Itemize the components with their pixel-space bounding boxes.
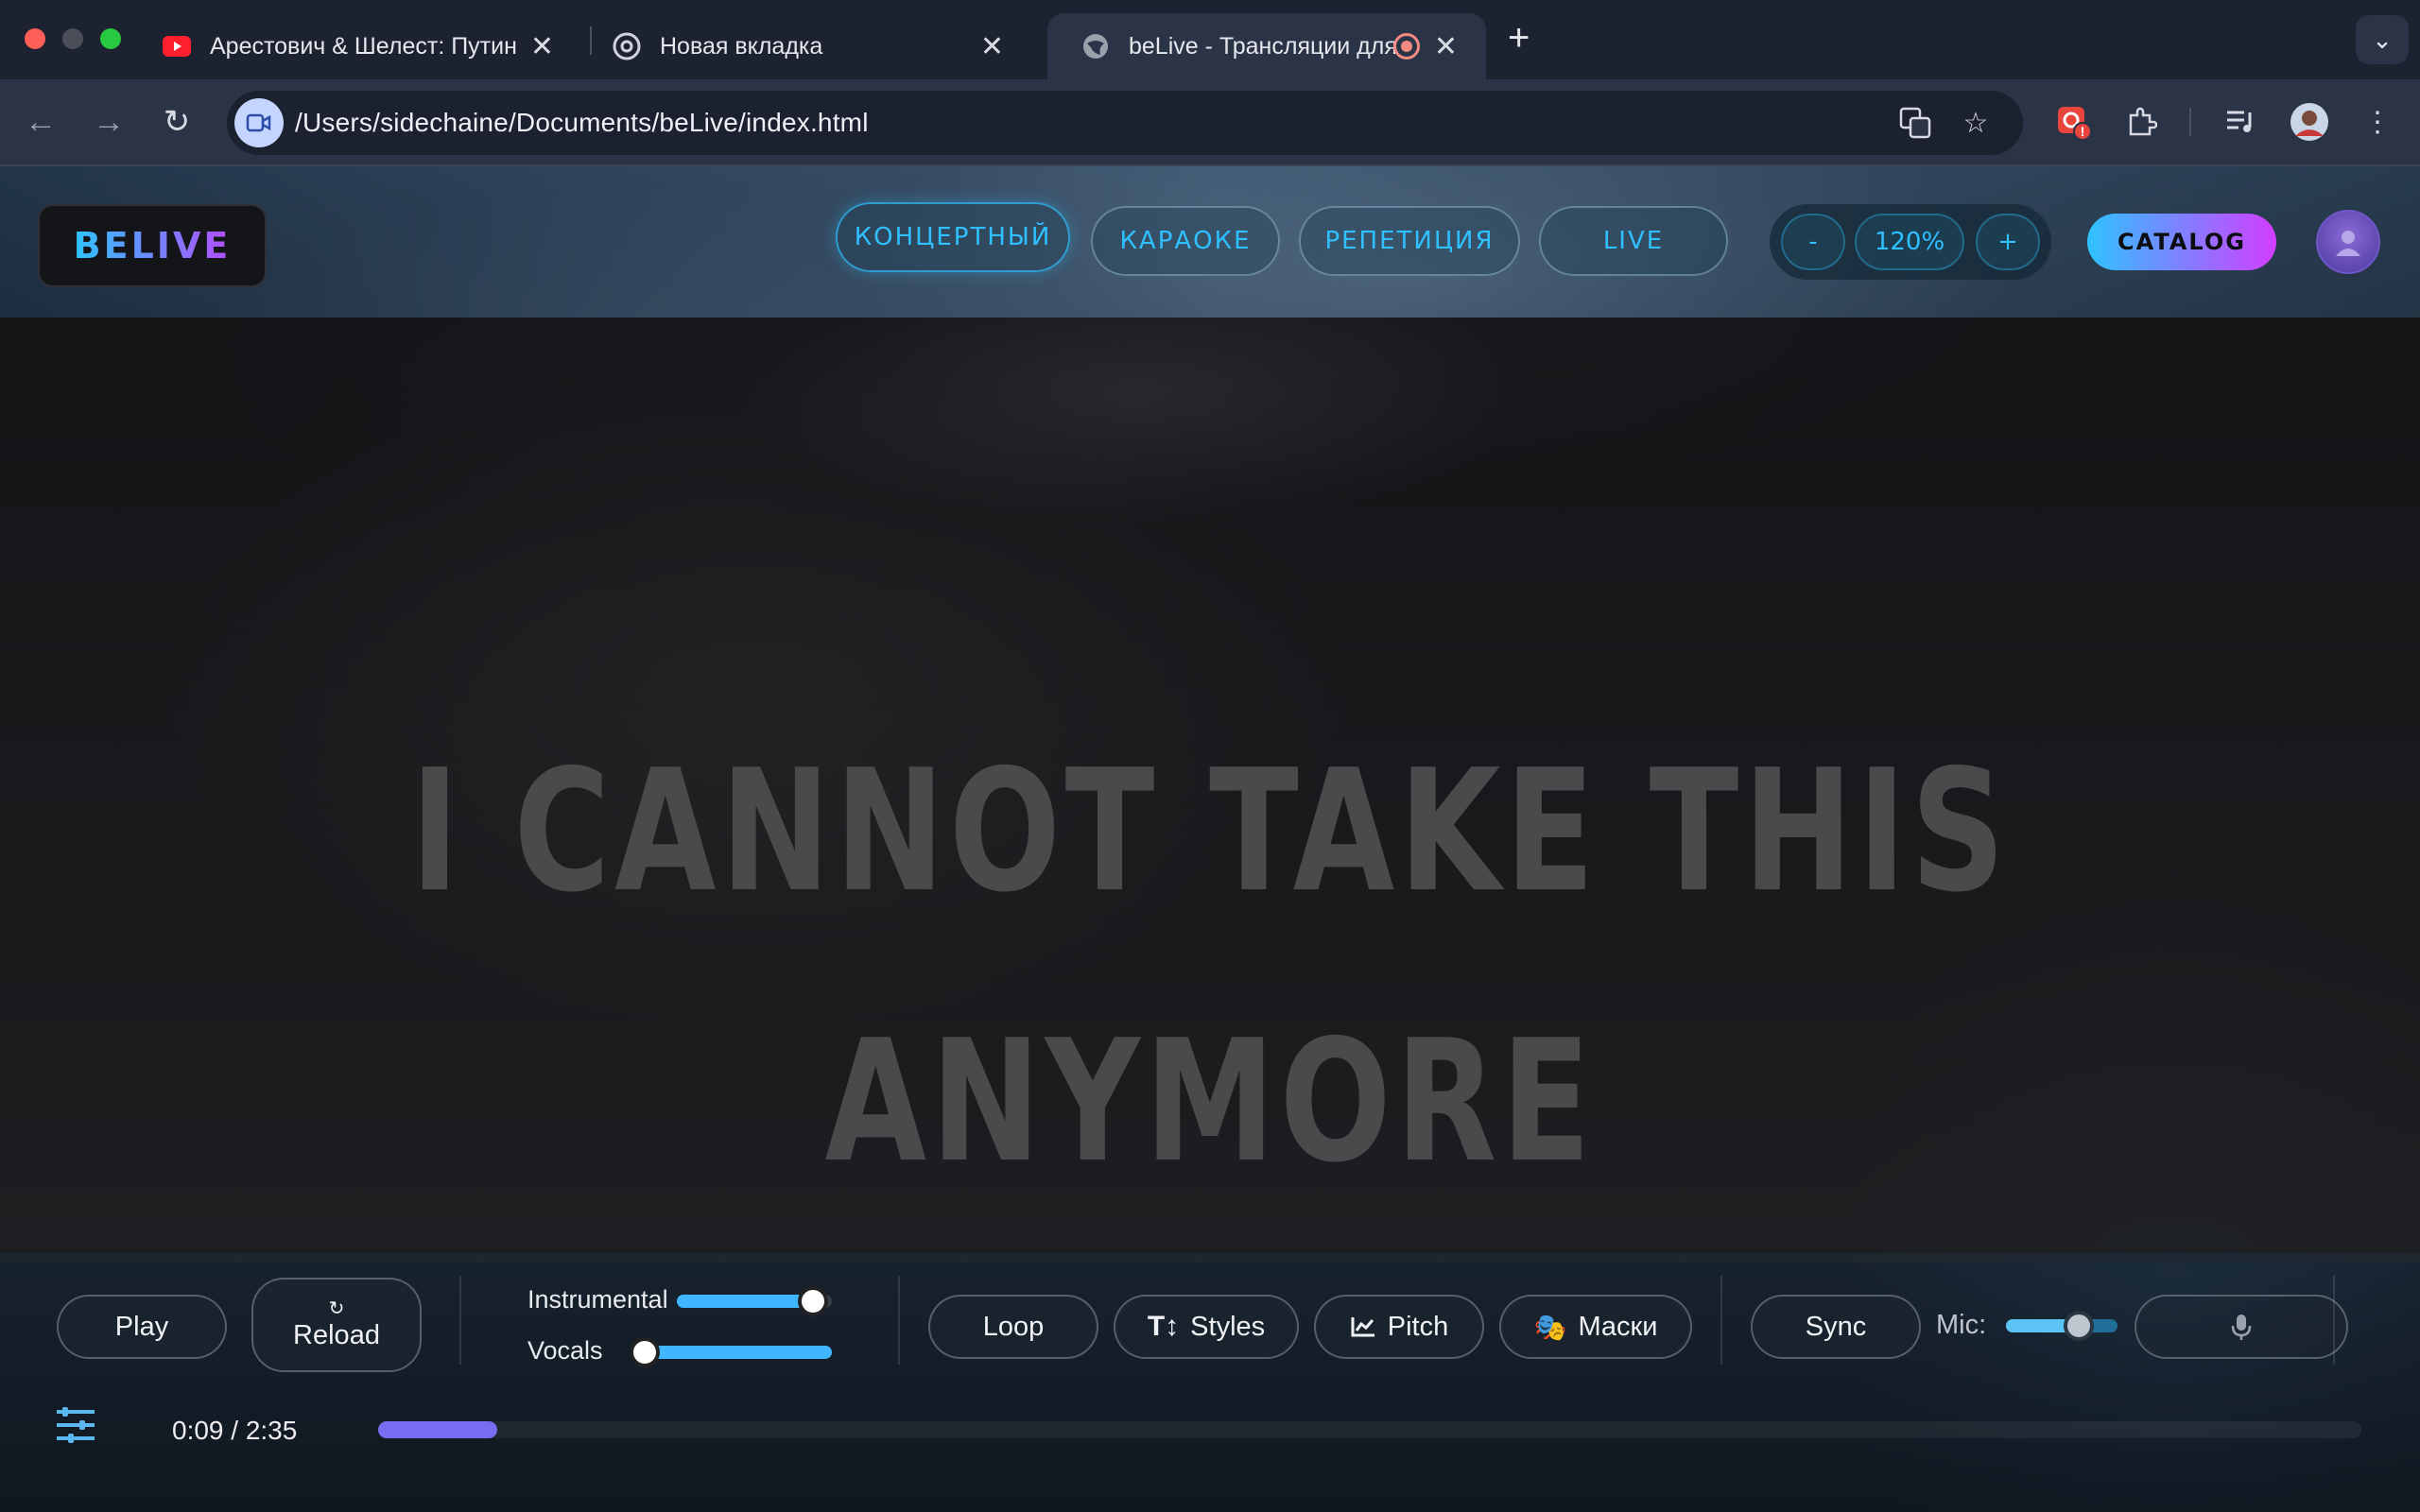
mic-slider[interactable] <box>2006 1319 2118 1332</box>
styles-button[interactable]: T↕ Styles <box>1114 1295 1299 1359</box>
back-icon[interactable]: ← <box>19 100 62 144</box>
minimize-window-button[interactable] <box>62 28 83 49</box>
play-button[interactable]: Play <box>57 1295 227 1359</box>
instrumental-slider-thumb[interactable] <box>798 1286 829 1316</box>
masks-button[interactable]: 🎭 Маски <box>1499 1295 1692 1359</box>
new-tab-button[interactable]: + <box>1508 17 1530 60</box>
address-bar[interactable]: /Users/sidechaine/Documents/beLive/index… <box>227 91 2023 155</box>
reload-button[interactable]: ↻ Reload <box>251 1278 422 1372</box>
zoom-out-button[interactable]: - <box>1781 214 1845 270</box>
translate-icon[interactable] <box>1898 106 1932 140</box>
mic-slider-thumb[interactable] <box>2063 1311 2094 1341</box>
tab-search-button[interactable]: ⌄ <box>2356 15 2409 64</box>
forward-icon[interactable]: → <box>87 100 130 144</box>
url-text[interactable]: /Users/sidechaine/Documents/beLive/index… <box>295 108 869 138</box>
mode-concert-button[interactable]: КОНЦЕРТНЫЙ <box>836 202 1070 272</box>
maximize-window-button[interactable] <box>100 28 121 49</box>
site-header: BELIVE КОНЦЕРТНЫЙ КАРАОКЕ РЕПЕТИЦИЯ LIVE… <box>0 166 2420 318</box>
browser-tab-youtube[interactable]: Арестович & Шелест: Путин ✕ <box>129 13 582 79</box>
mode-karaoke-button[interactable]: КАРАОКЕ <box>1091 206 1280 276</box>
instrumental-fill <box>677 1295 814 1308</box>
zoom-in-button[interactable]: + <box>1976 214 2040 270</box>
lyric-line-1: I CANNOT TAKE THIS <box>410 733 2010 929</box>
mic-label: Mic: <box>1936 1310 1987 1340</box>
user-icon <box>2336 231 2360 256</box>
tab-title: beLive - Трансляции для <box>1129 32 1397 60</box>
controls-divider <box>459 1276 461 1365</box>
logo-text: BELIVE <box>73 225 232 266</box>
tab-title: Арестович & Шелест: Путин <box>210 32 517 60</box>
vocals-label: Vocals <box>527 1336 603 1365</box>
lyric-line-2: ANYMORE <box>824 1004 1596 1199</box>
user-avatar[interactable] <box>2316 210 2380 274</box>
chart-line-icon <box>1351 1317 1374 1337</box>
controls-divider <box>898 1276 900 1365</box>
pitch-label: Pitch <box>1387 1311 1449 1342</box>
controls-divider <box>1720 1276 1722 1365</box>
reload-icon[interactable]: ↻ <box>155 100 199 144</box>
loop-button[interactable]: Loop <box>928 1295 1098 1359</box>
globe-icon <box>1081 32 1110 60</box>
masks-label: Маски <box>1578 1311 1658 1342</box>
mode-live-button[interactable]: LIVE <box>1539 206 1728 276</box>
browser-tab-belive[interactable]: beLive - Трансляции для ✕ <box>1047 13 1486 79</box>
media-queue-icon[interactable] <box>2220 100 2263 144</box>
page-content: BELIVE КОНЦЕРТНЫЙ КАРАОКЕ РЕПЕТИЦИЯ LIVE… <box>0 166 2420 1512</box>
close-window-button[interactable] <box>25 28 45 49</box>
chrome-icon <box>613 32 641 60</box>
mode-rehearsal-button[interactable]: РЕПЕТИЦИЯ <box>1299 206 1520 276</box>
bookmark-star-icon[interactable]: ☆ <box>1959 106 1993 140</box>
player-controls: Play ↻ Reload Instrumental Vocals Loop T… <box>0 1253 2420 1512</box>
close-tab-icon[interactable]: ✕ <box>980 30 1004 63</box>
theater-masks-icon: 🎭 <box>1533 1312 1567 1342</box>
toolbar-divider <box>2189 108 2191 136</box>
belive-logo[interactable]: BELIVE <box>38 204 267 287</box>
text-size-icon: T↕ <box>1147 1311 1180 1342</box>
close-tab-icon[interactable]: ✕ <box>530 30 554 63</box>
profile-avatar[interactable] <box>2288 100 2331 144</box>
zoom-control: - 120% + <box>1770 204 2051 280</box>
browser-tab-bar: Арестович & Шелест: Путин ✕ Новая вкладк… <box>0 0 2420 79</box>
controls-divider <box>2333 1276 2335 1365</box>
extensions-puzzle-icon[interactable] <box>2119 100 2163 144</box>
browser-tab-new[interactable]: Новая вкладка ✕ <box>579 13 1032 79</box>
vocals-slider[interactable] <box>641 1346 832 1359</box>
more-menu-icon[interactable]: ⋮ <box>2356 100 2399 144</box>
styles-label: Styles <box>1190 1311 1266 1342</box>
close-tab-icon[interactable]: ✕ <box>1434 30 1458 63</box>
pitch-button[interactable]: Pitch <box>1314 1295 1484 1359</box>
lyrics-display: I CANNOT TAKE THIS ANYMORE <box>0 318 2420 1263</box>
settings-sliders-icon[interactable] <box>55 1404 96 1446</box>
reload-icon: ↻ <box>328 1297 345 1319</box>
tab-title: Новая вкладка <box>660 32 823 60</box>
reload-label: Reload <box>293 1319 380 1350</box>
zoom-level: 120% <box>1855 214 1964 270</box>
playback-time: 0:09 / 2:35 <box>172 1416 298 1445</box>
instrumental-label: Instrumental <box>527 1285 668 1314</box>
progress-fill <box>378 1421 497 1438</box>
svg-text:!: ! <box>2081 124 2085 139</box>
microphone-icon <box>2231 1314 2252 1340</box>
site-info-icon[interactable] <box>234 98 284 147</box>
extension-alert-icon[interactable]: ! <box>2051 100 2095 144</box>
catalog-button[interactable]: CATALOG <box>2087 214 2276 270</box>
microphone-button[interactable] <box>2135 1295 2348 1359</box>
vocals-slider-thumb[interactable] <box>630 1337 661 1367</box>
browser-toolbar: ← → ↻ /Users/sidechaine/Documents/beLive… <box>0 79 2420 166</box>
youtube-icon <box>163 32 191 60</box>
sync-button[interactable]: Sync <box>1751 1295 1921 1359</box>
recording-icon <box>1393 33 1420 60</box>
progress-bar[interactable] <box>378 1421 2361 1438</box>
